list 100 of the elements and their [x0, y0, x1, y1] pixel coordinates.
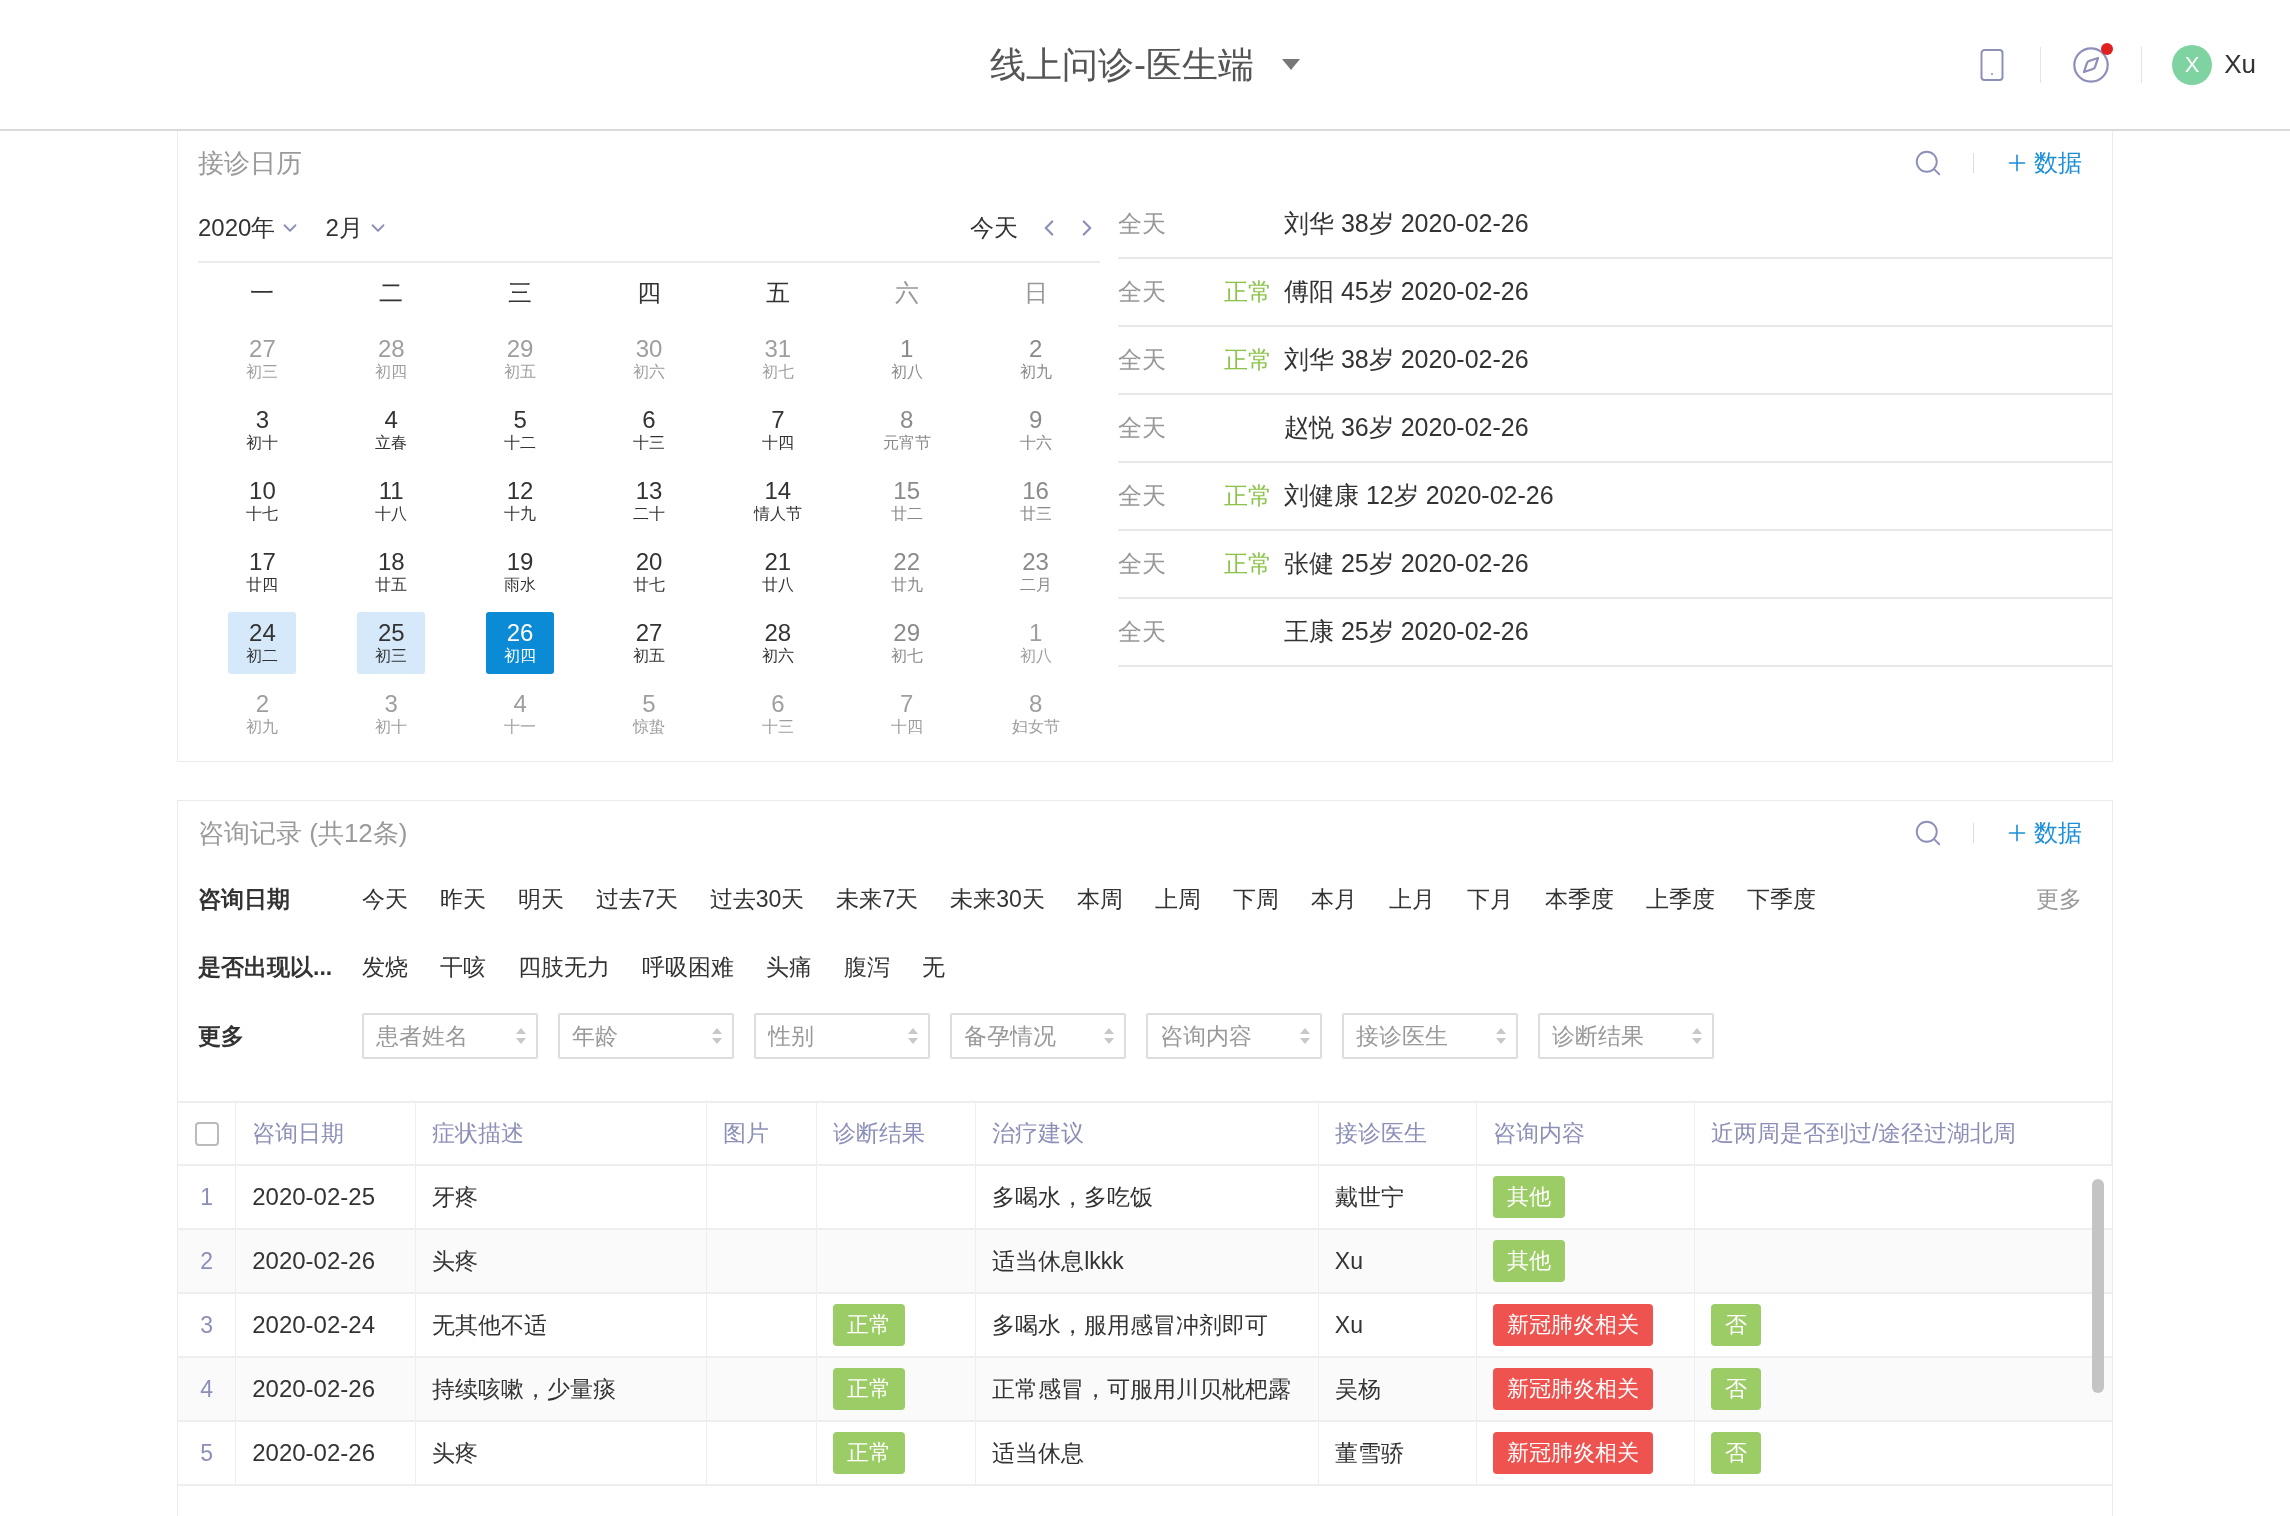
event-text[interactable]: 傅阳 45岁 2020-02-26 — [1284, 273, 1529, 311]
event-time: 全天 — [1118, 549, 1167, 579]
row-number: 2 — [200, 1247, 213, 1274]
calendar-day[interactable]: 1 初八 — [872, 327, 941, 390]
filter-select[interactable]: 诊断结果 — [1538, 1013, 1714, 1059]
scrollbar[interactable] — [2092, 1179, 2104, 1393]
calendar-day[interactable]: 11 十八 — [357, 469, 426, 532]
date-filter-option[interactable]: 上周 — [1154, 881, 1201, 917]
row-number: 3 — [200, 1311, 213, 1338]
calendar-day[interactable]: 6 十三 — [615, 398, 683, 461]
calendar-day[interactable]: 9 十六 — [1001, 398, 1070, 461]
date-filter-option[interactable]: 本周 — [1076, 881, 1123, 917]
select-all-checkbox[interactable] — [194, 1121, 219, 1146]
symptom-filter-option[interactable]: 头痛 — [766, 949, 812, 985]
today-button[interactable]: 今天 — [970, 210, 1018, 246]
year-select[interactable]: 2020年 — [198, 210, 302, 246]
event-text[interactable]: 张健 25岁 2020-02-26 — [1284, 545, 1529, 583]
calendar-day[interactable]: 27 初五 — [615, 611, 683, 674]
calendar-day[interactable]: 2 初九 — [1001, 327, 1070, 390]
calendar-day[interactable]: 14 情人节 — [743, 469, 812, 532]
table-cell: 董雪骄 — [1334, 1439, 1404, 1466]
symptom-filter-option[interactable]: 无 — [922, 949, 945, 985]
date-filter-option[interactable]: 下周 — [1232, 881, 1279, 917]
table-cell: Xu — [1334, 1247, 1363, 1274]
calendar-day[interactable]: 28 初六 — [743, 611, 812, 674]
table-cell: 吴杨 — [1334, 1375, 1381, 1402]
calendar-day[interactable]: 15 廿二 — [872, 469, 941, 532]
calendar-day[interactable]: 13 二十 — [615, 469, 683, 532]
sort-arrows-icon — [1496, 1027, 1506, 1045]
date-filter-option[interactable]: 上季度 — [1645, 881, 1715, 917]
search-icon[interactable] — [1913, 148, 1943, 178]
filter-label: 是否出现以... — [198, 952, 334, 982]
symptom-filter-option[interactable]: 呼吸困难 — [642, 949, 734, 985]
date-filter-option[interactable]: 下季度 — [1746, 881, 1816, 917]
filter-select[interactable]: 咨询内容 — [1146, 1013, 1322, 1059]
calendar-day[interactable]: 3 初十 — [228, 398, 297, 461]
calendar-day[interactable]: 25 初三 — [357, 611, 426, 674]
symptom-filter-option[interactable]: 发烧 — [362, 949, 408, 985]
calendar-day[interactable]: 10 十七 — [228, 469, 297, 532]
date-filter-option[interactable]: 上月 — [1388, 881, 1435, 917]
date-filter-option[interactable]: 明天 — [518, 881, 564, 917]
table-cell: 适当休息 — [992, 1439, 1085, 1466]
calendar-day[interactable]: 20 廿七 — [615, 540, 683, 603]
category-tag: 新冠肺炎相关 — [1492, 1304, 1653, 1346]
date-filter-option[interactable]: 未来7天 — [836, 881, 919, 917]
event-text[interactable]: 刘华 38岁 2020-02-26 — [1284, 205, 1529, 243]
event-text[interactable]: 赵悦 36岁 2020-02-26 — [1284, 409, 1529, 447]
calendar-day[interactable]: 23 二月 — [1001, 540, 1070, 603]
table-cell: 正常感冒，可服用川贝枇杷露 — [992, 1375, 1292, 1402]
calendar-day[interactable]: 7 十四 — [743, 398, 812, 461]
month-select[interactable]: 2月 — [325, 210, 389, 246]
calendar-day[interactable]: 18 廿五 — [357, 540, 426, 603]
date-filter-option[interactable]: 本季度 — [1544, 881, 1614, 917]
date-filter-option[interactable]: 昨天 — [440, 881, 486, 917]
filter-select[interactable]: 接诊医生 — [1342, 1013, 1518, 1059]
event-text[interactable]: 刘健康 12岁 2020-02-26 — [1284, 477, 1554, 515]
filter-select[interactable]: 性别 — [754, 1013, 930, 1059]
table-cell: 2020-02-26 — [252, 1439, 375, 1466]
compass-icon[interactable] — [2071, 44, 2112, 85]
calendar-day[interactable]: 16 廿三 — [1001, 469, 1070, 532]
calendar-day[interactable]: 22 廿九 — [872, 540, 941, 603]
calendar-day[interactable]: 4 立春 — [357, 398, 426, 461]
table-cell: 戴世宁 — [1334, 1183, 1404, 1210]
search-icon[interactable] — [1913, 818, 1943, 848]
add-data-button[interactable]: 数据 — [2004, 145, 2082, 181]
add-data-button[interactable]: 数据 — [2004, 815, 2082, 851]
sort-arrows-icon — [1104, 1027, 1114, 1045]
calendar-day[interactable]: 5 十二 — [486, 398, 555, 461]
calendar-day[interactable]: 24 初二 — [228, 611, 297, 674]
date-filter-option[interactable]: 过去30天 — [709, 881, 805, 917]
sort-arrows-icon — [1692, 1027, 1702, 1045]
date-filter-option[interactable]: 今天 — [362, 881, 408, 917]
user-name[interactable]: Xu — [2224, 45, 2256, 84]
date-filter-option[interactable]: 未来30天 — [950, 881, 1045, 917]
event-text[interactable]: 刘华 38岁 2020-02-26 — [1284, 341, 1529, 379]
table-cell: 无其他不适 — [432, 1311, 548, 1338]
calendar-day[interactable]: 17 廿四 — [228, 540, 297, 603]
status-label: 正常 — [1224, 345, 1272, 375]
event-text[interactable]: 王康 25岁 2020-02-26 — [1284, 613, 1529, 651]
card-title: 接诊日历 — [198, 146, 302, 180]
calendar-day[interactable]: 12 十九 — [486, 469, 555, 532]
calendar-day[interactable]: 21 廿八 — [743, 540, 812, 603]
filter-select[interactable]: 患者姓名 — [362, 1013, 538, 1059]
date-filter-option[interactable]: 本月 — [1310, 881, 1357, 917]
calendar-day[interactable]: 29 初七 — [872, 611, 941, 674]
calendar-day[interactable]: 8 元宵节 — [872, 398, 941, 461]
symptom-filter-option[interactable]: 腹泻 — [844, 949, 890, 985]
calendar-day[interactable]: 26 初四 — [486, 611, 555, 674]
category-tag: 新冠肺炎相关 — [1492, 1368, 1653, 1410]
symptom-filter-option[interactable]: 四肢无力 — [518, 949, 610, 985]
symptom-filter-option[interactable]: 干咳 — [440, 949, 486, 985]
date-filter-option[interactable]: 过去7天 — [596, 881, 678, 917]
calendar-day[interactable]: 19 雨水 — [486, 540, 555, 603]
weekday-label: 日 — [1023, 278, 1048, 308]
dropdown-caret-icon[interactable] — [1282, 58, 1300, 71]
date-filter-option[interactable]: 下月 — [1466, 881, 1513, 917]
answer-tag: 否 — [1710, 1304, 1761, 1346]
filter-select[interactable]: 备孕情况 — [950, 1013, 1126, 1059]
weekday-label: 三 — [508, 278, 533, 308]
filter-select[interactable]: 年龄 — [558, 1013, 734, 1059]
